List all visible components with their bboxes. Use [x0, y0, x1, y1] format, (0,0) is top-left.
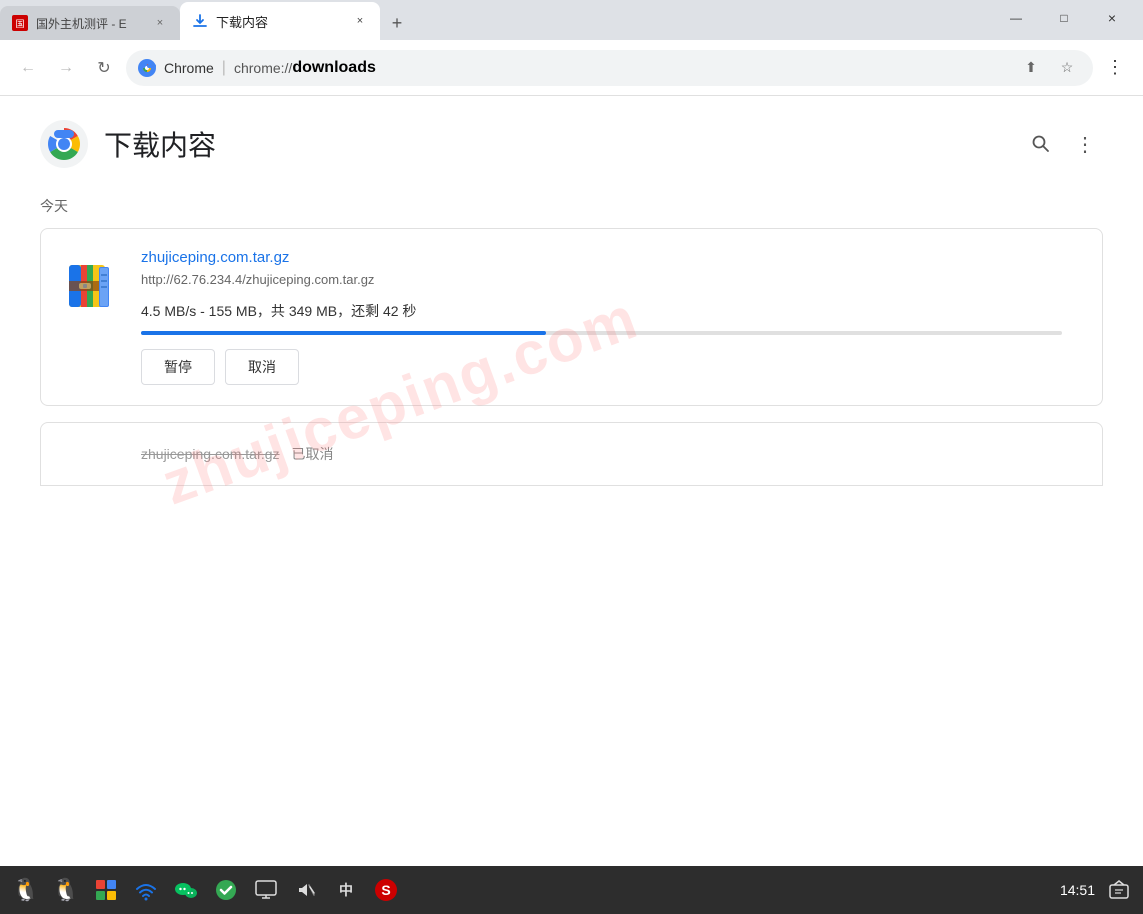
tab1-close[interactable]: ×	[152, 15, 168, 31]
taskbar-time: 14:51	[1060, 882, 1095, 898]
more-options-button[interactable]: ⋮	[1067, 126, 1103, 162]
page-header: 下载内容 ⋮	[40, 120, 1103, 168]
taskbar-left: 🐧 🐧	[8, 872, 404, 908]
taskbar-volume[interactable]	[288, 872, 324, 908]
tab2-title: 下载内容	[216, 12, 268, 31]
page-header-actions: ⋮	[1023, 126, 1103, 162]
download-info-1: zhujiceping.com.tar.gz http://62.76.234.…	[141, 229, 1102, 405]
download-icon-area-1	[41, 229, 141, 405]
cancelled-icon-area	[41, 438, 141, 470]
search-icon-button[interactable]	[1023, 126, 1059, 162]
progress-bar-fill-1	[141, 331, 546, 335]
tab2-close[interactable]: ×	[352, 13, 368, 29]
cancelled-filename: zhujiceping.com.tar.gz	[141, 446, 280, 462]
chrome-address-icon	[138, 59, 156, 77]
tab-active-2[interactable]: 下载内容 ×	[180, 2, 380, 40]
taskbar-notification[interactable]	[1103, 874, 1135, 906]
share-button[interactable]: ⬆	[1017, 54, 1045, 82]
download-actions-1: 暂停 取消	[141, 349, 1082, 385]
cancelled-status: 已取消	[292, 444, 334, 464]
page-header-left: 下载内容	[40, 120, 216, 168]
taskbar-wechat[interactable]	[168, 872, 204, 908]
address-bar[interactable]: Chrome | chrome://downloads ⬆ ☆	[126, 50, 1093, 86]
chrome-menu-button[interactable]: ⋮	[1099, 52, 1131, 84]
bookmark-button[interactable]: ☆	[1053, 54, 1081, 82]
new-tab-button[interactable]: +	[380, 6, 414, 40]
back-button[interactable]: ←	[12, 52, 44, 84]
download-filename-1[interactable]: zhujiceping.com.tar.gz	[141, 249, 1082, 266]
taskbar-monitor[interactable]	[248, 872, 284, 908]
address-bar-actions: ⬆ ☆	[1017, 54, 1081, 82]
window-controls: — □ ×	[993, 2, 1143, 40]
maximize-button[interactable]: □	[1041, 2, 1087, 34]
chrome-logo	[40, 120, 88, 168]
download-status-1: 4.5 MB/s - 155 MB，共 349 MB，还剩 42 秒	[141, 301, 1082, 321]
taskbar-qq2[interactable]: 🐧	[48, 872, 84, 908]
tab1-favicon: 国	[12, 15, 28, 31]
taskbar-check[interactable]	[208, 872, 244, 908]
cancel-button[interactable]: 取消	[225, 349, 299, 385]
taskbar-figma[interactable]	[88, 872, 124, 908]
page-title: 下载内容	[104, 124, 216, 164]
taskbar: 🐧 🐧	[0, 866, 1143, 914]
taskbar-right: 14:51	[1060, 874, 1135, 906]
file-icon-1	[63, 257, 119, 313]
tab1-title: 国外主机测评 - E	[36, 15, 127, 32]
downloads-page: zhujiceping.com 下载内容	[0, 96, 1143, 866]
address-url-path: downloads	[292, 59, 376, 77]
taskbar-qq1[interactable]: 🐧	[8, 872, 44, 908]
toolbar: ← → ↻ Chrome | chrome://downloads ⬆ ☆ ⋮	[0, 40, 1143, 96]
minimize-button[interactable]: —	[993, 2, 1039, 34]
tab2-favicon	[192, 13, 208, 29]
tab-inactive-1[interactable]: 国 国外主机测评 - E ×	[0, 6, 180, 40]
forward-button[interactable]: →	[50, 52, 82, 84]
close-button[interactable]: ×	[1089, 2, 1135, 34]
taskbar-sogou[interactable]: S	[368, 872, 404, 908]
download-url-1: http://62.76.234.4/zhujiceping.com.tar.g…	[141, 272, 1082, 287]
cancelled-info: zhujiceping.com.tar.gz 已取消	[141, 428, 1102, 480]
address-domain: Chrome	[164, 60, 214, 76]
pause-button[interactable]: 暂停	[141, 349, 215, 385]
address-text: Chrome | chrome://downloads	[164, 59, 376, 77]
taskbar-ime[interactable]: 中	[328, 872, 364, 908]
address-url-prefix: chrome://	[234, 60, 292, 76]
address-separator: |	[222, 59, 226, 77]
progress-bar-container-1	[141, 331, 1062, 335]
reload-button[interactable]: ↻	[88, 52, 120, 84]
download-card-2: zhujiceping.com.tar.gz 已取消	[40, 422, 1103, 486]
titlebar: 国 国外主机测评 - E × 下载内容 × + — □ ×	[0, 0, 1143, 40]
section-today-label: 今天	[40, 196, 1103, 216]
download-card-1: zhujiceping.com.tar.gz http://62.76.234.…	[40, 228, 1103, 406]
taskbar-wifi[interactable]	[128, 872, 164, 908]
svg-text:S: S	[381, 882, 390, 898]
